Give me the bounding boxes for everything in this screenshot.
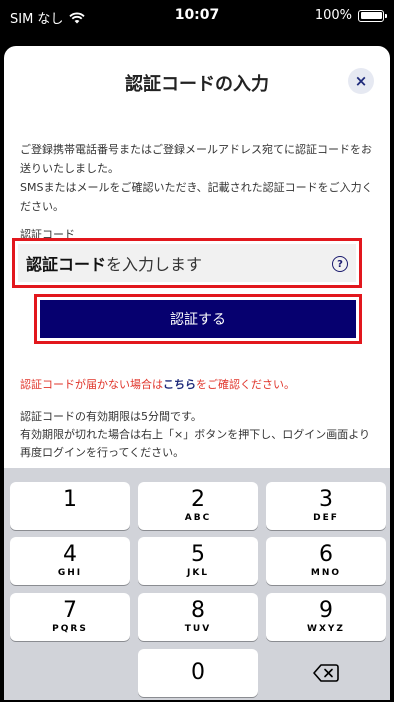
not-arrived-prefix: 認証コードが届かない場合は xyxy=(20,378,163,391)
key-number: 4 xyxy=(63,542,77,567)
description-line: ご登録携帯電話番号またはご登録メールアドレス宛てに認証コードをお送りいたしました… xyxy=(20,143,372,175)
placeholder-rest: を入力します xyxy=(106,255,203,274)
description-line: SMSまたはメールをご確認いただき、記載された認証コードをご入力ください。 xyxy=(20,181,373,213)
phone-screen: SIM なし 10:07 100% 認証コードの入力 × ご登録携帯電話番号また… xyxy=(2,2,392,700)
validity-line: 有効期限が切れた場合は右上「×」ボタンを押下し、ログイン画面より再度ログインを行… xyxy=(20,428,370,459)
validity-notice: 認証コードの有効期限は5分間です。 有効期限が切れた場合は右上「×」ボタンを押下… xyxy=(20,408,380,462)
help-icon[interactable]: ? xyxy=(332,256,348,272)
key-2[interactable]: 2 ABC xyxy=(138,482,258,530)
placeholder-bold: 認証コード xyxy=(26,255,107,274)
key-letters: MNO xyxy=(310,568,342,578)
authenticate-button[interactable]: 認証する xyxy=(40,300,356,338)
battery-icon xyxy=(358,9,387,22)
key-8[interactable]: 8 TUV xyxy=(138,593,258,641)
description: ご登録携帯電話番号またはご登録メールアドレス宛てに認証コードをお送りいたしました… xyxy=(20,140,376,216)
backspace-icon xyxy=(313,664,339,682)
key-4[interactable]: 4 GHI xyxy=(10,537,130,585)
check-here-link[interactable]: こちら xyxy=(163,378,196,391)
key-3[interactable]: 3 DEF xyxy=(266,482,386,530)
key-1[interactable]: 1 xyxy=(10,482,130,530)
key-9[interactable]: 9 WXYZ xyxy=(266,593,386,641)
key-letters: JKL xyxy=(186,568,210,578)
status-bar: SIM なし 10:07 100% xyxy=(2,2,392,32)
key-letters: ABC xyxy=(184,513,212,523)
key-letters: WXYZ xyxy=(307,624,345,634)
battery-percent: 100% xyxy=(314,8,352,23)
close-button[interactable]: × xyxy=(348,68,374,94)
key-letters: GHI xyxy=(57,568,83,578)
help-icon-label: ? xyxy=(337,258,343,270)
key-0[interactable]: 0 xyxy=(138,649,258,697)
key-number: 5 xyxy=(191,542,205,567)
submit-highlight: 認証する xyxy=(34,294,362,344)
key-number: 9 xyxy=(319,598,333,623)
key-number: 2 xyxy=(191,487,205,512)
key-number: 7 xyxy=(63,598,77,623)
validity-line: 認証コードの有効期限は5分間です。 xyxy=(20,410,202,423)
key-number: 1 xyxy=(63,487,77,512)
key-number: 8 xyxy=(191,598,205,623)
key-number: 3 xyxy=(319,487,333,512)
code-input-highlight: 認証コードを入力します ? xyxy=(12,238,362,288)
numeric-keypad: 1 2 ABC 3 DEF 4 GHI 5 JKL 6 MNO 7 PQRS 8 TUV 9W… xyxy=(4,468,390,700)
sheet-title: 認証コードの入力 xyxy=(125,74,269,95)
key-6[interactable]: 6 MNO xyxy=(266,537,386,585)
code-not-arrived-notice: 認証コードが届かない場合はこちらをご確認ください。 xyxy=(20,376,295,392)
code-input-placeholder: 認証コードを入力します xyxy=(26,251,202,275)
key-7[interactable]: 7 PQRS xyxy=(10,593,130,641)
key-number: 0 xyxy=(191,660,205,685)
code-input[interactable]: 認証コードを入力します ? xyxy=(18,244,356,282)
not-arrived-suffix: をご確認ください。 xyxy=(196,378,295,391)
key-letters: PQRS xyxy=(52,624,88,634)
key-5[interactable]: 5 JKL xyxy=(138,537,258,585)
backspace-key[interactable] xyxy=(266,649,386,697)
key-letters: DEF xyxy=(313,513,339,523)
key-number: 6 xyxy=(319,542,333,567)
close-icon: × xyxy=(354,72,368,90)
key-letters: TUV xyxy=(184,624,212,634)
verification-sheet: 認証コードの入力 × ご登録携帯電話番号またはご登録メールアドレス宛てに認証コー… xyxy=(4,46,390,486)
